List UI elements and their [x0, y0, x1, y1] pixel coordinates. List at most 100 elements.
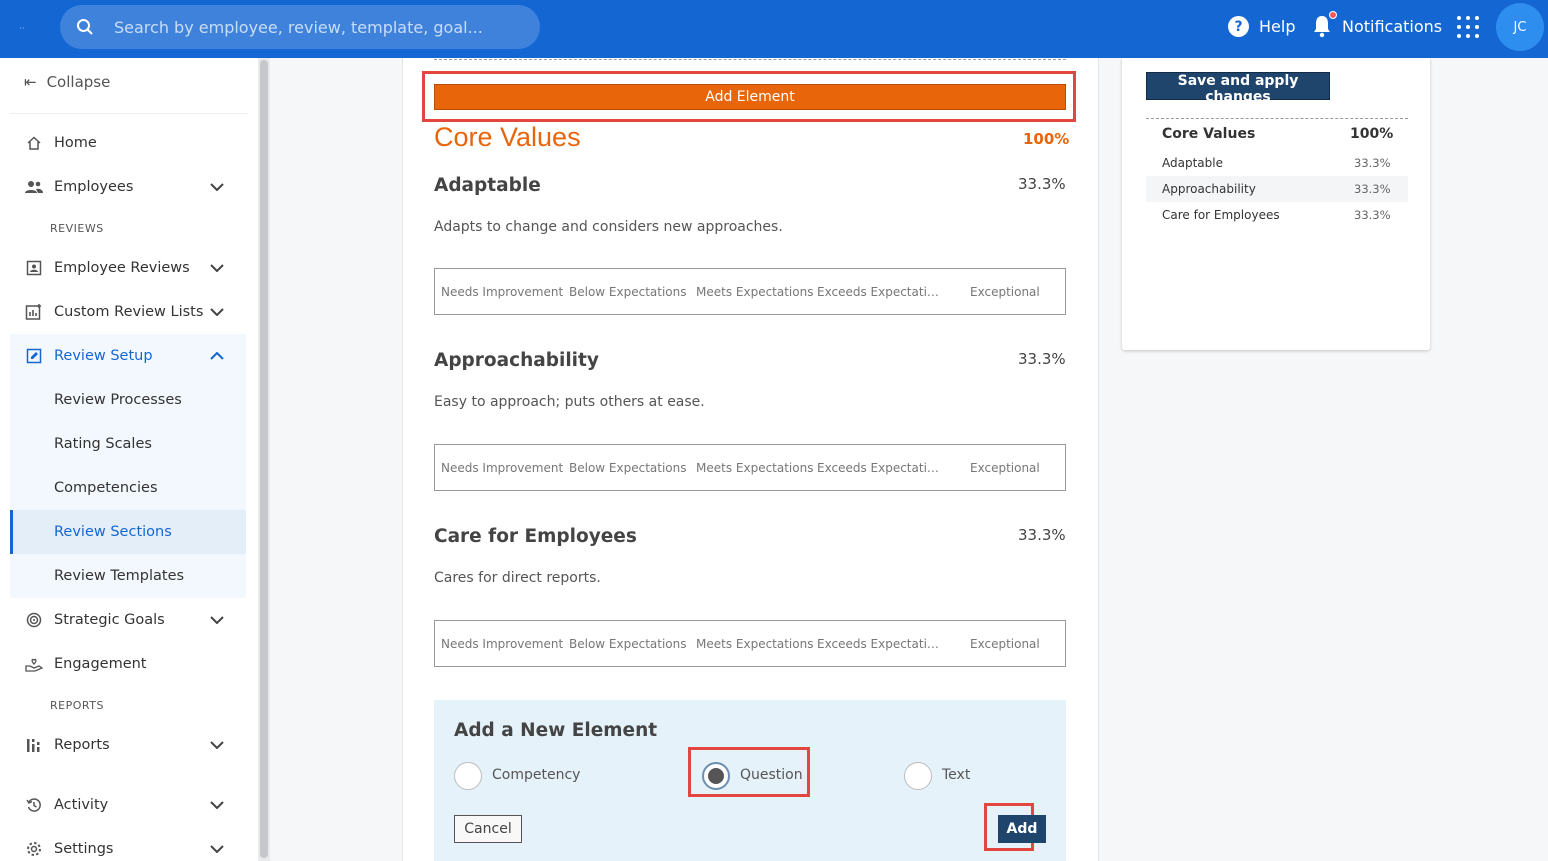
- sidebar-item-custom-review-lists[interactable]: Custom Review Lists: [10, 290, 246, 334]
- scale-option[interactable]: Exceeds Expectati…: [817, 285, 939, 299]
- save-apply-button[interactable]: Save and apply changes: [1146, 72, 1330, 105]
- dashed-divider: [434, 59, 1066, 60]
- scale-option[interactable]: Needs Improvement: [441, 461, 563, 475]
- sidebar-item-employee-reviews[interactable]: Employee Reviews: [10, 246, 246, 290]
- chevron-down-icon: [210, 179, 224, 195]
- sidebar-label-reports: Reports: [54, 737, 110, 753]
- radio-question[interactable]: [702, 762, 730, 790]
- history-icon: [25, 796, 43, 814]
- chevron-down-icon: [210, 797, 224, 813]
- competency-description: Cares for direct reports.: [434, 570, 601, 586]
- summary-heading-weight: 100%: [1350, 126, 1394, 142]
- scale-option[interactable]: Meets Expectations: [696, 285, 813, 299]
- summary-row: Approachability 33.3%: [1146, 176, 1408, 202]
- chevron-up-icon: [210, 348, 224, 364]
- scale-option[interactable]: Below Expectations: [569, 637, 687, 651]
- help-label: Help: [1259, 17, 1296, 36]
- add-new-element-title: Add a New Element: [454, 720, 658, 741]
- sidebar-item-employees[interactable]: Employees: [10, 165, 246, 209]
- sidebar-label-employees: Employees: [54, 179, 134, 195]
- summary-row: Adaptable 33.3%: [1146, 150, 1408, 176]
- active-indicator: [10, 510, 13, 554]
- scale-option[interactable]: Below Expectations: [569, 461, 687, 475]
- competency-title: Adaptable: [434, 175, 541, 196]
- scale-option[interactable]: Needs Improvement: [441, 285, 563, 299]
- competency-weight: 33.3%: [1018, 526, 1066, 544]
- help-icon: ?: [1228, 16, 1249, 37]
- search-icon: [77, 19, 93, 35]
- rating-scale: Needs Improvement Below Expectations Mee…: [434, 620, 1066, 667]
- add-element-button[interactable]: Add Element: [434, 84, 1066, 110]
- section-weight: 100%: [1023, 130, 1070, 148]
- scale-option[interactable]: Exceptional: [970, 461, 1040, 475]
- scale-option[interactable]: Exceeds Expectati…: [817, 461, 939, 475]
- sidebar-item-activity[interactable]: Activity: [10, 783, 246, 827]
- summary-row-weight: 33.3%: [1354, 156, 1391, 170]
- avatar[interactable]: JC: [1496, 3, 1544, 51]
- scale-option[interactable]: Below Expectations: [569, 285, 687, 299]
- sidebar-item-review-setup[interactable]: Review Setup: [10, 334, 246, 378]
- competency-weight: 33.3%: [1018, 350, 1066, 368]
- people-icon: [25, 178, 43, 196]
- competency-title: Approachability: [434, 350, 599, 371]
- sidebar-item-reports[interactable]: Reports: [10, 723, 246, 767]
- edit-icon: [25, 347, 43, 365]
- dashed-divider: [1146, 118, 1408, 119]
- add-button[interactable]: Add: [998, 815, 1046, 843]
- radio-text[interactable]: [904, 762, 932, 790]
- sidebar-label-activity: Activity: [54, 797, 109, 813]
- menu-dots-icon[interactable]: ··: [19, 24, 25, 34]
- sidebar-scrollbar[interactable]: [258, 58, 270, 861]
- section-label-reviews: REVIEWS: [50, 222, 104, 235]
- scale-option[interactable]: Exceptional: [970, 285, 1040, 299]
- summary-heading: Core Values: [1162, 126, 1256, 142]
- sidebar-divider: [10, 113, 248, 114]
- cancel-button[interactable]: Cancel: [454, 815, 522, 843]
- radio-label-question[interactable]: Question: [740, 767, 803, 783]
- competency-title: Care for Employees: [434, 526, 637, 547]
- sidebar-item-competencies[interactable]: Competencies: [10, 466, 246, 510]
- section-label-reports: REPORTS: [50, 699, 104, 712]
- scale-option[interactable]: Exceptional: [970, 637, 1040, 651]
- radio-competency[interactable]: [454, 762, 482, 790]
- sidebar-item-review-sections[interactable]: Review Sections: [10, 510, 246, 554]
- sidebar-item-rating-scales[interactable]: Rating Scales: [10, 422, 246, 466]
- summary-row-name: Adaptable: [1162, 156, 1223, 170]
- notifications-link[interactable]: Notifications: [1312, 11, 1442, 38]
- review-icon: [25, 259, 43, 277]
- sidebar-item-strategic-goals[interactable]: Strategic Goals: [10, 598, 246, 642]
- competency-weight: 33.3%: [1018, 175, 1066, 193]
- sidebar-item-settings[interactable]: Settings: [10, 827, 246, 861]
- radio-label-competency[interactable]: Competency: [492, 767, 580, 783]
- sidebar-label-settings: Settings: [54, 841, 114, 857]
- help-link[interactable]: ? Help: [1228, 16, 1295, 37]
- bar-chart-icon: [25, 736, 43, 754]
- sidebar-item-home[interactable]: Home: [10, 121, 246, 165]
- scale-option[interactable]: Exceeds Expectati…: [817, 637, 939, 651]
- sidebar-label-custom-review-lists: Custom Review Lists: [54, 304, 204, 320]
- sidebar-item-review-templates[interactable]: Review Templates: [10, 554, 246, 598]
- scale-option[interactable]: Needs Improvement: [441, 637, 563, 651]
- chart-list-icon: [25, 303, 43, 321]
- rating-scale: Needs Improvement Below Expectations Mee…: [434, 444, 1066, 491]
- target-icon: [25, 611, 43, 629]
- apps-grid-icon[interactable]: [1457, 16, 1479, 38]
- scale-option[interactable]: Meets Expectations: [696, 637, 813, 651]
- search-input[interactable]: [114, 17, 494, 37]
- chevron-down-icon: [210, 737, 224, 753]
- scrollbar-thumb[interactable]: [260, 60, 268, 858]
- sidebar-item-engagement[interactable]: Engagement: [10, 642, 246, 686]
- rating-scale: Needs Improvement Below Expectations Mee…: [434, 268, 1066, 315]
- sidebar-item-review-processes[interactable]: Review Processes: [10, 378, 246, 422]
- chevron-down-icon: [210, 304, 224, 320]
- home-icon: [25, 134, 43, 152]
- bell-icon: [1312, 11, 1337, 38]
- sidebar-label-strategic-goals: Strategic Goals: [54, 612, 165, 628]
- chevron-down-icon: [210, 612, 224, 628]
- radio-label-text[interactable]: Text: [942, 767, 970, 783]
- sidebar-label-engagement: Engagement: [54, 656, 147, 672]
- sidebar-label-review-setup: Review Setup: [54, 348, 153, 364]
- collapse-button[interactable]: ⇤ Collapse: [24, 73, 110, 91]
- scale-option[interactable]: Meets Expectations: [696, 461, 813, 475]
- search-bar[interactable]: [60, 5, 540, 49]
